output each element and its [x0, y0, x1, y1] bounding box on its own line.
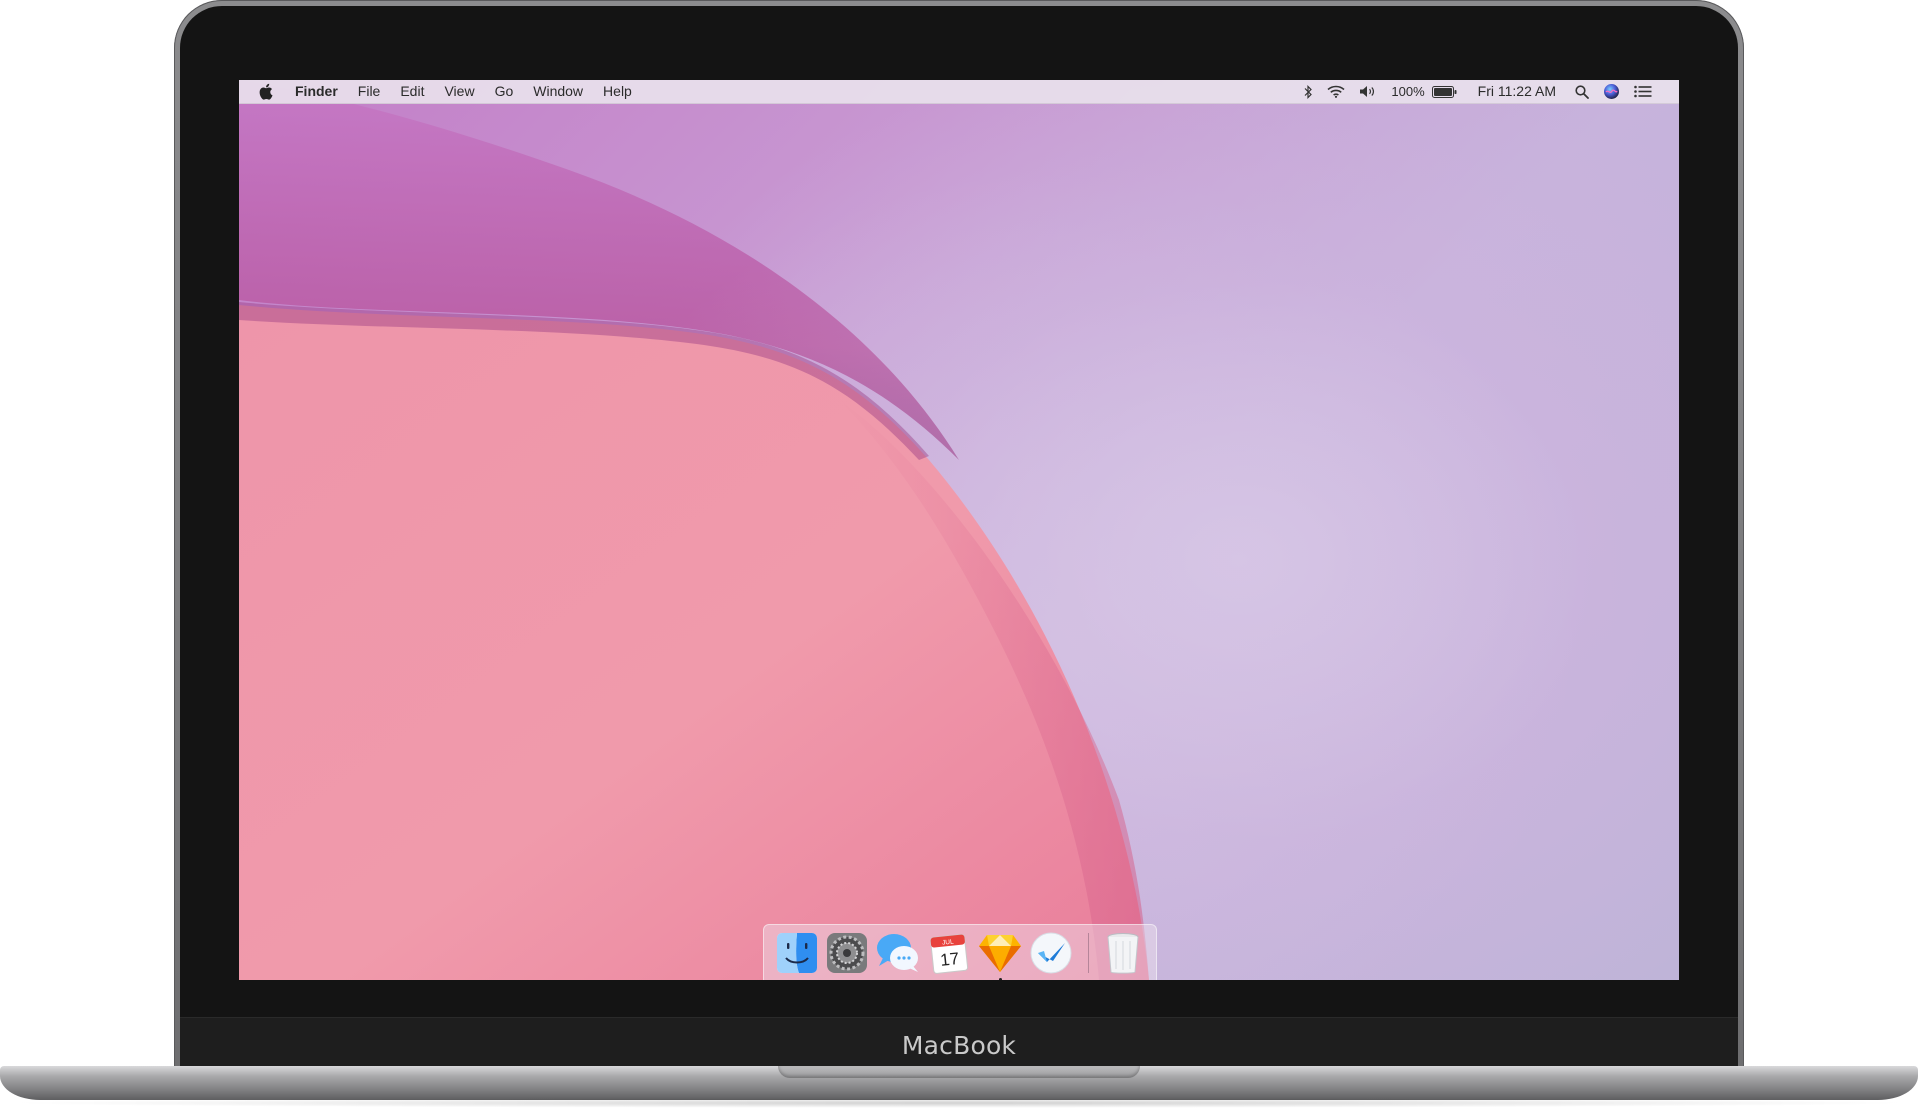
sketch-running-indicator	[998, 977, 1002, 980]
menu-help[interactable]: Help	[593, 80, 642, 103]
blue-bird-icon	[1030, 932, 1072, 973]
menu-edit[interactable]: Edit	[390, 80, 434, 103]
menu-bar-status: 100% Fri 11:22 AM	[1296, 80, 1679, 103]
stage: MacBook Finder File Edit View Go Window …	[0, 0, 1918, 1115]
menu-file[interactable]: File	[348, 80, 391, 103]
notification-center-icon[interactable]	[1627, 85, 1659, 98]
volume-icon[interactable]	[1352, 85, 1384, 98]
siri-icon[interactable]	[1596, 83, 1627, 100]
dock-sketch[interactable]	[977, 930, 1023, 980]
dock-separator	[1088, 932, 1090, 973]
dock: JUL 17	[763, 924, 1157, 980]
system-preferences-icon	[827, 932, 868, 973]
calendar-month: JUL	[942, 938, 955, 946]
menu-bar-left: Finder File Edit View Go Window Help	[239, 80, 642, 103]
dock-unknown-app[interactable]	[1029, 930, 1073, 976]
menu-bar: Finder File Edit View Go Window Help 100…	[239, 80, 1679, 104]
menu-app-name[interactable]: Finder	[285, 80, 348, 103]
lid-opening-notch	[778, 1066, 1140, 1078]
menu-window[interactable]: Window	[523, 80, 593, 103]
desktop-screen: Finder File Edit View Go Window Help 100…	[239, 80, 1679, 980]
menu-view[interactable]: View	[434, 80, 484, 103]
dock-calendar[interactable]: JUL 17	[927, 930, 971, 976]
trash-icon	[1107, 932, 1139, 974]
bezel-chin: MacBook	[180, 1017, 1738, 1068]
device-brand-label: MacBook	[901, 1031, 1017, 1060]
calendar-icon: JUL 17	[930, 933, 969, 974]
dock-trash[interactable]	[1101, 930, 1145, 976]
battery-icon[interactable]	[1431, 85, 1464, 98]
dock-finder[interactable]	[775, 930, 819, 976]
menu-go[interactable]: Go	[485, 80, 524, 103]
finder-icon	[777, 932, 817, 973]
calendar-day: 17	[939, 949, 960, 970]
wallpaper-shapes	[239, 80, 1579, 980]
battery-percent[interactable]: 100%	[1384, 80, 1431, 103]
base-shadow	[0, 1098, 1918, 1108]
dock-system-preferences[interactable]	[825, 930, 869, 976]
wifi-icon[interactable]	[1320, 85, 1352, 98]
clock[interactable]: Fri 11:22 AM	[1464, 80, 1568, 103]
dock-messages[interactable]	[875, 930, 921, 976]
spotlight-search-icon[interactable]	[1568, 84, 1596, 99]
messages-icon	[877, 933, 919, 972]
bluetooth-icon[interactable]	[1296, 84, 1320, 99]
sketch-icon	[979, 934, 1022, 972]
apple-logo-icon[interactable]	[259, 83, 275, 101]
